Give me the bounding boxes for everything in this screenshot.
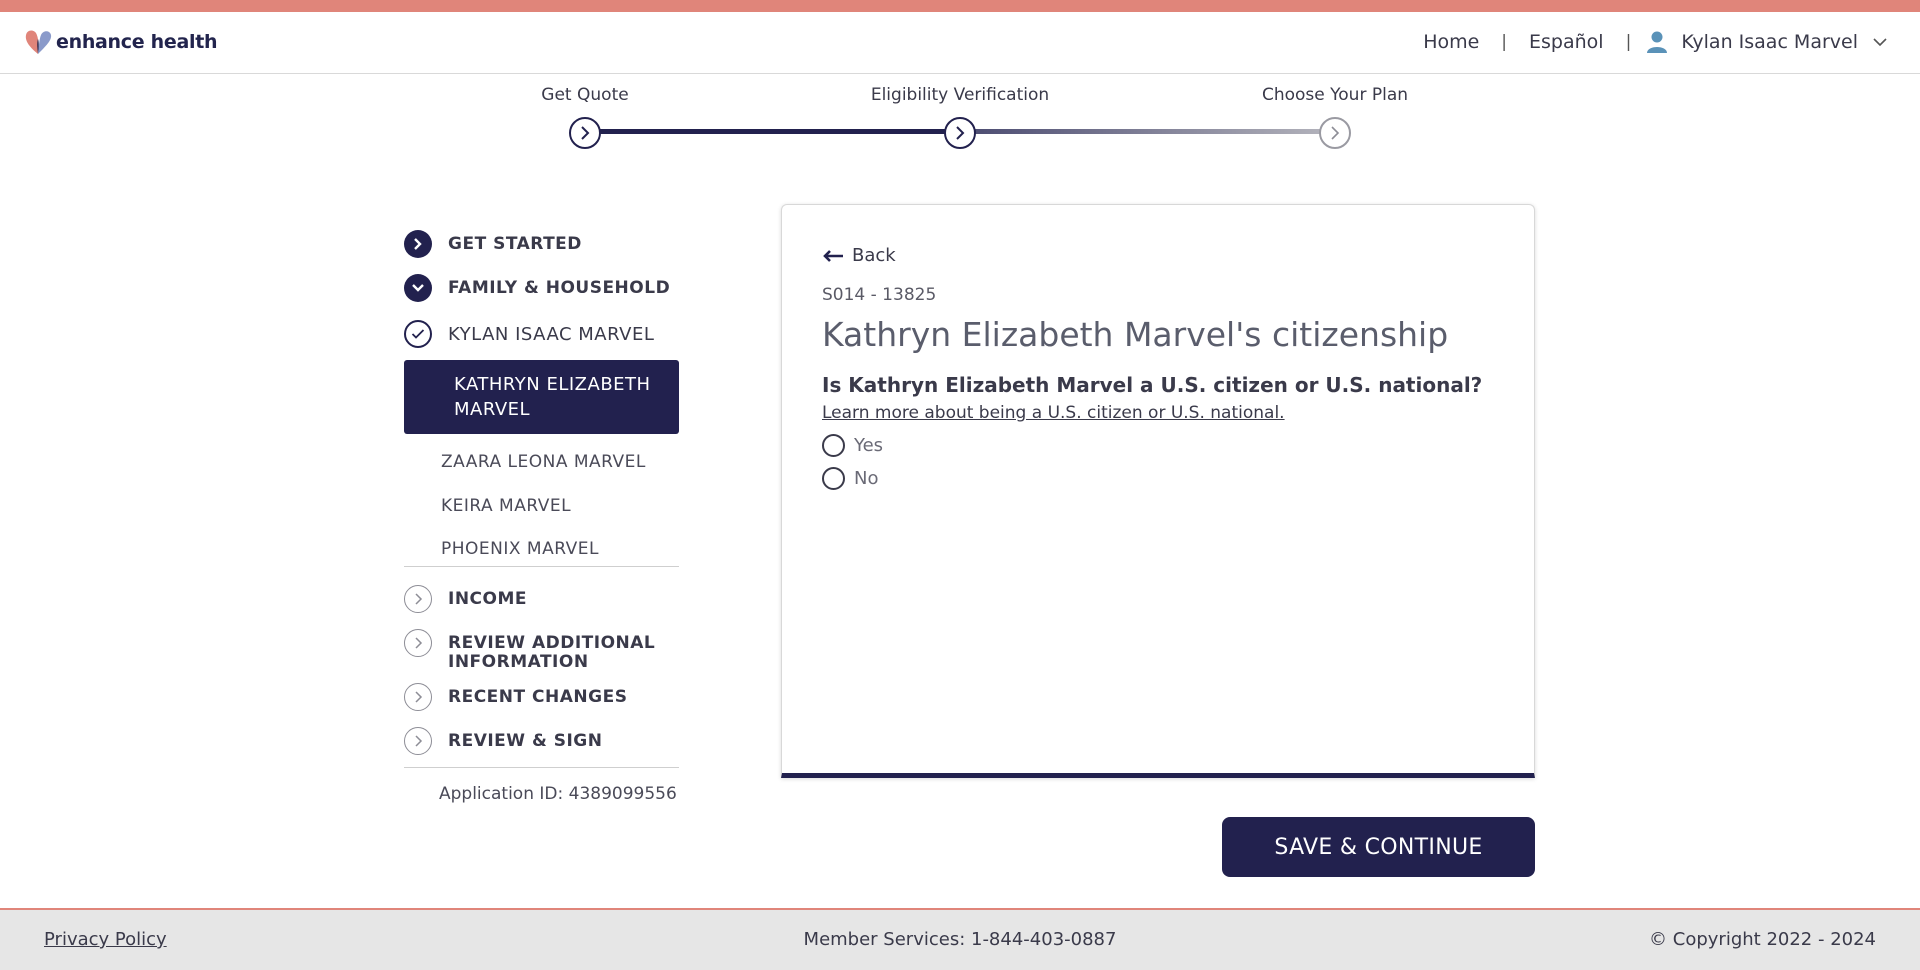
chevron-right-circle-icon [404,727,432,755]
user-name: Kylan Isaac Marvel [1681,31,1858,53]
progress-track-complete [585,129,961,134]
chevron-right-icon [956,126,965,140]
sidebar-member-zaara[interactable]: ZAARA LEONA MARVEL [404,452,680,478]
save-continue-button[interactable]: SAVE & CONTINUE [1222,817,1535,877]
step-eligibility[interactable] [944,117,976,149]
learn-more-link[interactable]: Learn more about being a U.S. citizen or… [822,403,1285,423]
chevron-right-circle-icon [404,629,432,657]
sidebar-item-label: INCOME [448,589,528,609]
nav-separator: | [1625,32,1632,52]
sidebar-item-review-additional[interactable]: REVIEW ADDITIONAL INFORMATION [404,629,680,672]
question-card: Back S014 - 13825 Kathryn Elizabeth Marv… [781,204,1535,778]
step-label-eligibility: Eligibility Verification [870,85,1050,105]
sidebar-item-label: GET STARTED [448,234,582,254]
back-link[interactable]: Back [822,245,896,266]
sidebar-item-recent-changes[interactable]: RECENT CHANGES [404,683,680,713]
brand-logo[interactable]: enhance health [24,28,218,56]
sidebar-divider [404,767,679,768]
chevron-right-circle-icon [404,683,432,711]
screen-code: S014 - 13825 [822,285,937,305]
sidebar-item-label: RECENT CHANGES [448,687,628,707]
radio-button[interactable] [822,467,845,490]
page-title: Kathryn Elizabeth Marvel's citizenship [822,315,1449,354]
brand-name: enhance health [56,31,218,53]
step-choose-plan[interactable] [1319,117,1351,149]
user-menu[interactable]: Kylan Isaac Marvel [1645,30,1888,54]
step-label-choose-plan: Choose Your Plan [1261,85,1409,105]
question-text: Is Kathryn Elizabeth Marvel a U.S. citiz… [822,373,1483,397]
application-sidebar: GET STARTED FAMILY & HOUSEHOLD KYLAN ISA… [404,230,680,804]
radio-option-yes[interactable]: Yes [822,434,883,457]
footer: Privacy Policy Member Services: 1-844-40… [0,908,1920,970]
sidebar-member-label: KYLAN ISAAC MARVEL [448,324,655,345]
sidebar-item-label: REVIEW & SIGN [448,731,603,751]
chevron-right-filled-icon [404,230,432,258]
sidebar-divider [404,566,679,567]
sidebar-member-kylan[interactable]: KYLAN ISAAC MARVEL [404,320,680,350]
sidebar-item-review-sign[interactable]: REVIEW & SIGN [404,727,680,757]
copyright-text: © Copyright 2022 - 2024 [1649,929,1876,950]
top-nav: Home | Español | Kylan Isaac Marvel [1423,30,1888,54]
member-services-text: Member Services: 1-844-403-0887 [803,929,1117,950]
nav-home-link[interactable]: Home [1423,31,1479,53]
chevron-right-icon [581,126,590,140]
radio-label: No [854,468,879,489]
header: enhance health Home | Español | Kylan Is… [0,12,1920,74]
user-icon [1647,31,1668,53]
sidebar-member-phoenix[interactable]: PHOENIX MARVEL [404,539,680,565]
sidebar-item-income[interactable]: INCOME [404,585,680,615]
sidebar-member-kathryn-active[interactable]: KATHRYN ELIZABETH MARVEL [404,360,679,434]
sidebar-member-keira[interactable]: KEIRA MARVEL [404,496,680,522]
radio-label: Yes [854,435,884,456]
checkmark-icon [404,320,432,348]
top-accent-strip [0,0,1920,12]
chevron-down-icon [1873,38,1887,47]
sidebar-item-family-household[interactable]: FAMILY & HOUSEHOLD [404,274,680,304]
sidebar-item-get-started[interactable]: GET STARTED [404,230,680,260]
sidebar-item-label: REVIEW ADDITIONAL INFORMATION [448,633,656,672]
progress-track-upcoming [961,129,1335,134]
privacy-policy-link[interactable]: Privacy Policy [44,929,167,950]
step-label-get-quote: Get Quote [541,85,629,105]
chevron-right-icon [1331,126,1340,140]
application-id: Application ID: 4389099556 [439,784,677,804]
step-get-quote[interactable] [569,117,601,149]
chevron-down-filled-icon [404,274,432,302]
arrow-left-icon [823,249,843,262]
nav-separator: | [1501,32,1508,52]
nav-language-link[interactable]: Español [1529,31,1604,53]
heart-logo-icon [25,30,52,54]
back-label: Back [852,245,896,266]
sidebar-item-label: FAMILY & HOUSEHOLD [448,278,671,298]
chevron-right-circle-icon [404,585,432,613]
radio-option-no[interactable]: No [822,467,878,490]
radio-button[interactable] [822,434,845,457]
